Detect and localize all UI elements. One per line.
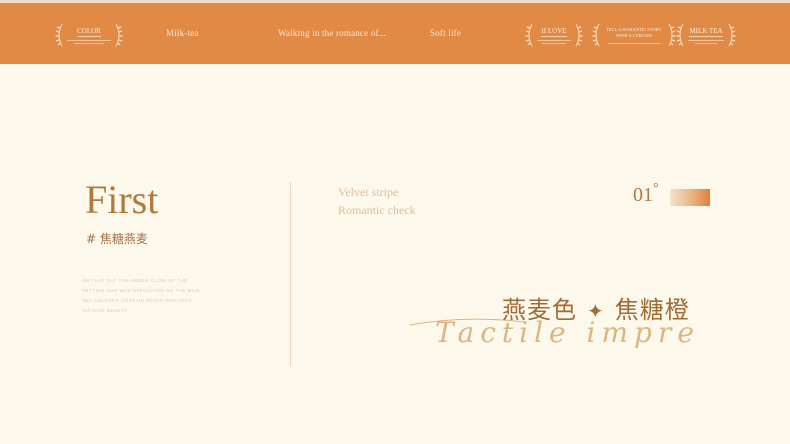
laurel-left-icon xyxy=(592,23,600,47)
page-number: 01 xyxy=(633,184,653,206)
laurel-left-icon xyxy=(676,23,684,47)
color-gradient-swatch xyxy=(670,189,710,206)
badge-line xyxy=(67,39,111,41)
milk-tea-badge: MILK TEA xyxy=(675,20,737,50)
tag-velvet-stripe: Velvet stripe xyxy=(338,185,399,199)
color-name-caramel: 焦糖橙 xyxy=(614,296,690,324)
subtitle-caramel-oat: # 焦糖燕麦 xyxy=(86,232,148,246)
laurel-left-icon xyxy=(525,23,533,47)
nav-soft-life[interactable]: Soft life xyxy=(430,28,461,38)
description-text: ON THAT DAY THE AMBER GLOW OF THE SETTIN… xyxy=(82,278,201,313)
laurel-right-icon xyxy=(575,23,583,47)
page-title: First xyxy=(85,177,159,222)
badge-line xyxy=(688,39,724,41)
laurel-right-icon xyxy=(728,23,736,47)
badge-line xyxy=(74,42,104,44)
vertical-divider xyxy=(290,182,291,366)
badge-line xyxy=(695,42,717,44)
tag-list: Velvet stripe Romantic check xyxy=(338,183,416,219)
story-badge: TELL A ROMANTIC STORY WITH A CURTAIN xyxy=(591,20,677,50)
badge-title: MILK TEA xyxy=(689,26,723,37)
nav-walking-romance[interactable]: Walking in the romance of... xyxy=(278,28,386,38)
badge-line xyxy=(542,42,566,44)
degree-mark: ° xyxy=(653,181,659,196)
badge-title: COLOR xyxy=(77,26,101,37)
top-banner: COLOR Milk-tea Walking in the romance of… xyxy=(0,0,790,64)
tag-romantic-check: Romantic check xyxy=(338,203,416,217)
laurel-right-icon xyxy=(115,23,123,47)
color-badge: COLOR xyxy=(54,20,124,50)
badge-line xyxy=(537,39,571,41)
love-badge: II LOVE xyxy=(524,20,584,50)
badge-title: TELL A ROMANTIC STORY WITH A CURTAIN xyxy=(606,26,662,38)
nav-milk-tea[interactable]: Milk-tea xyxy=(166,28,199,38)
laurel-left-icon xyxy=(55,23,63,47)
star-icon: ✦ xyxy=(587,299,605,323)
color-name-oat: 燕麦色 xyxy=(502,296,577,324)
badge-line xyxy=(608,42,660,44)
badge-title: II LOVE xyxy=(541,26,567,37)
color-names: 燕麦色 ✦ 焦糖橙 xyxy=(502,290,690,325)
